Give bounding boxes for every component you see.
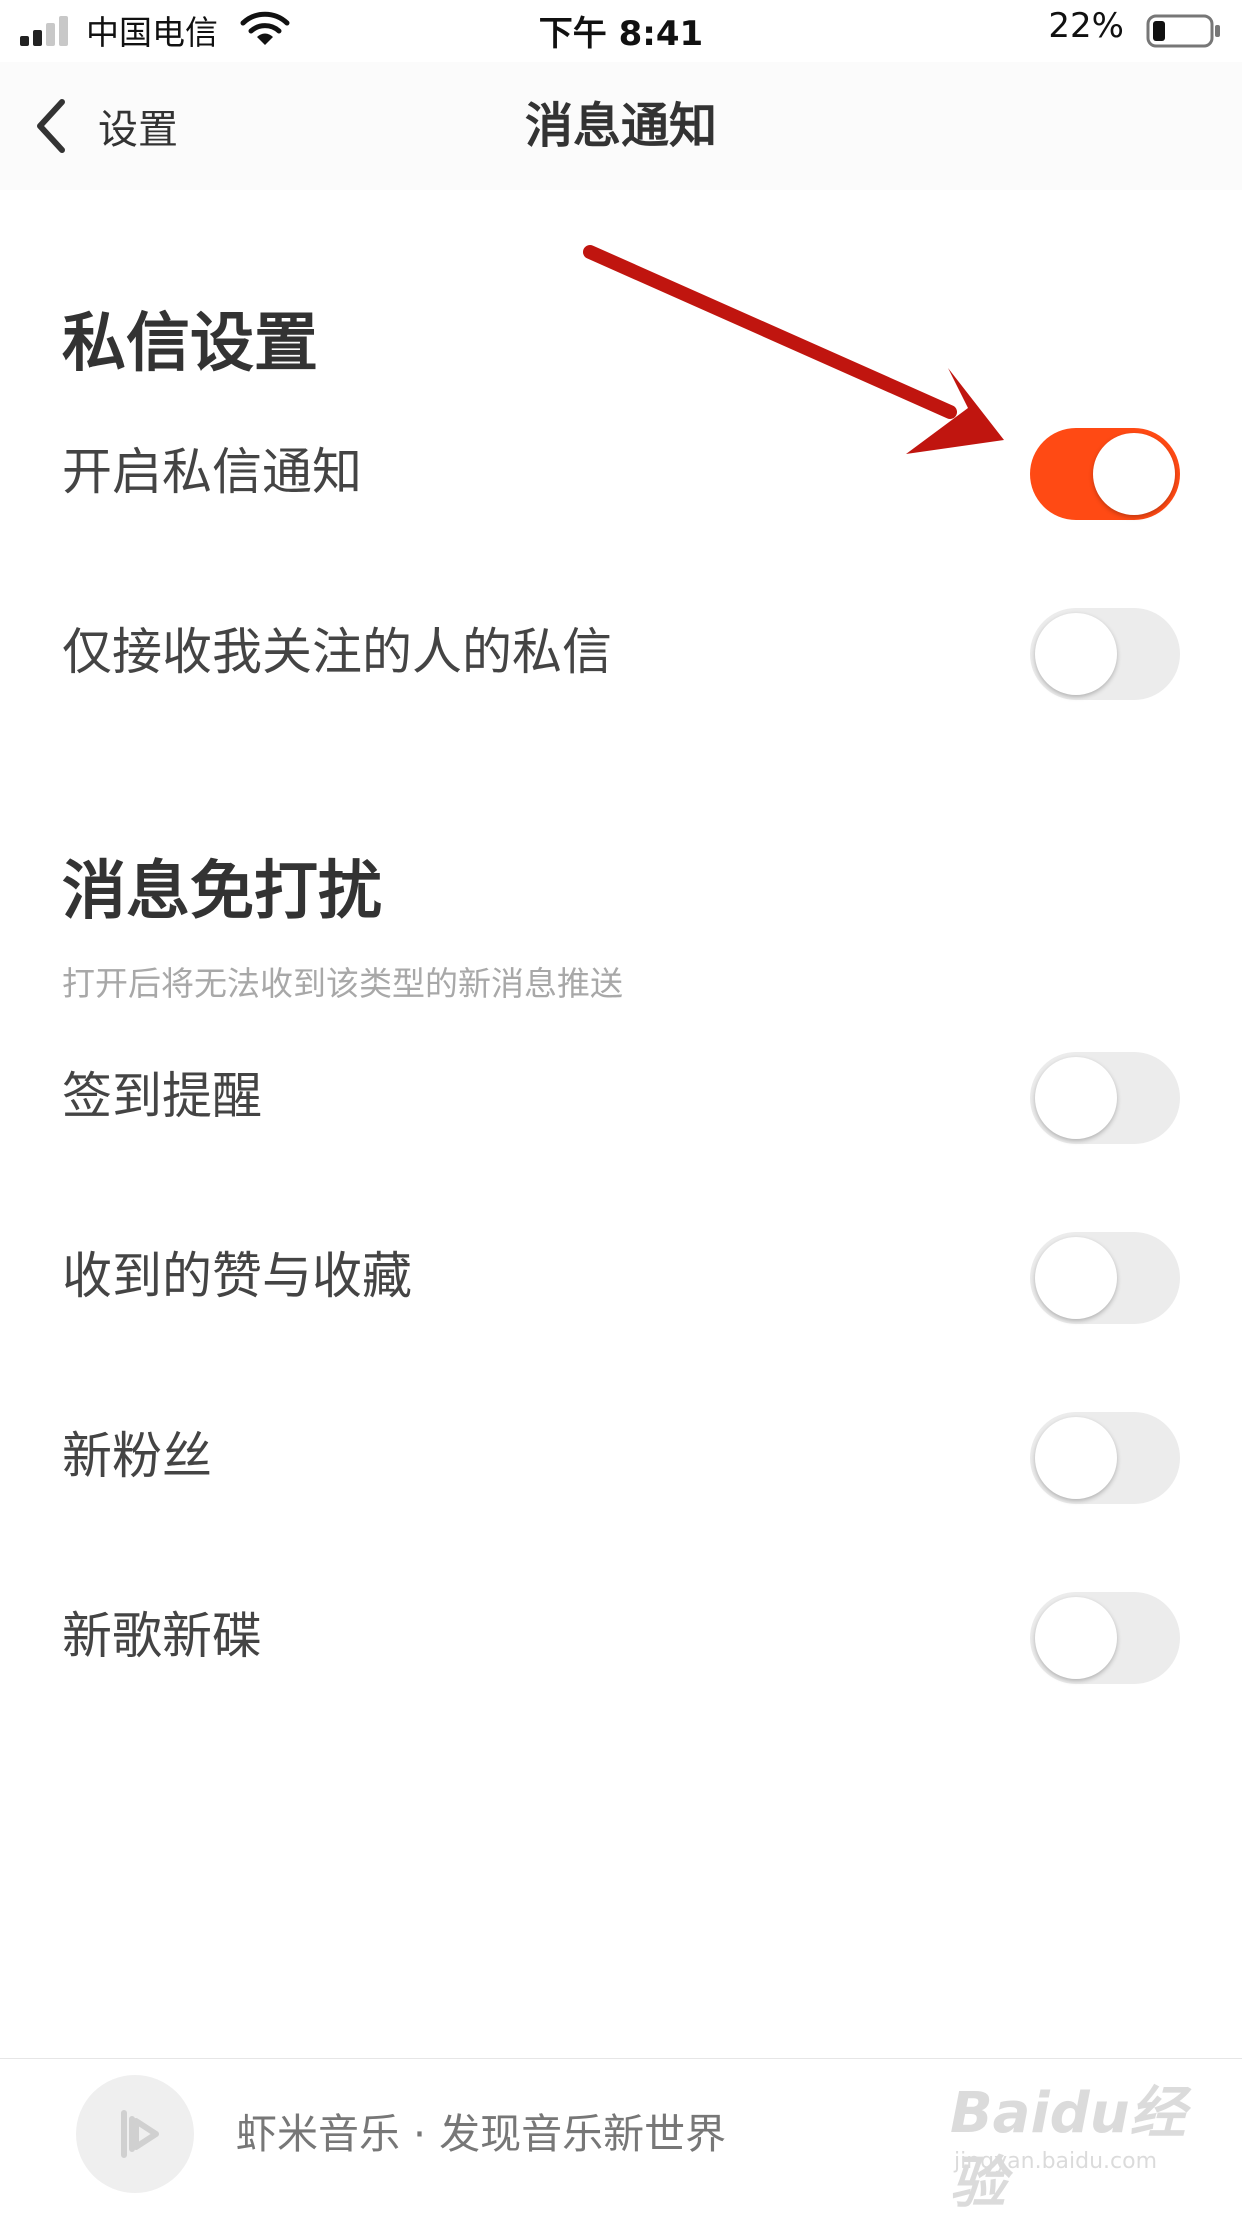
toggle-knob bbox=[1035, 613, 1117, 695]
setting-label: 新粉丝 bbox=[62, 1427, 212, 1485]
toggle-knob bbox=[1035, 1057, 1117, 1139]
mini-player-bar[interactable]: 虾米音乐 · 发现音乐新世界 Baidu经验 jingyan.baidu.com bbox=[0, 2058, 1242, 2216]
player-disc[interactable] bbox=[76, 2075, 194, 2193]
setting-label: 仅接收我关注的人的私信 bbox=[62, 623, 612, 681]
setting-row-new-followers: 新粉丝 bbox=[0, 1396, 1242, 1516]
battery-icon bbox=[1146, 14, 1220, 48]
section-title-do-not-disturb: 消息免打扰 bbox=[62, 855, 382, 929]
setting-label: 开启私信通知 bbox=[62, 443, 362, 501]
toggle-knob bbox=[1035, 1237, 1117, 1319]
toggle-knob bbox=[1035, 1597, 1117, 1679]
setting-label: 签到提醒 bbox=[62, 1067, 262, 1125]
private-message-notify-toggle[interactable] bbox=[1030, 428, 1180, 520]
new-followers-toggle[interactable] bbox=[1030, 1412, 1180, 1504]
new-releases-toggle[interactable] bbox=[1030, 1592, 1180, 1684]
toggle-knob bbox=[1035, 1417, 1117, 1499]
followed-only-toggle[interactable] bbox=[1030, 608, 1180, 700]
likes-favorites-toggle[interactable] bbox=[1030, 1232, 1180, 1324]
toggle-knob bbox=[1093, 433, 1175, 515]
checkin-reminder-toggle[interactable] bbox=[1030, 1052, 1180, 1144]
navigation-bar: 设置 消息通知 bbox=[0, 62, 1242, 190]
section-title-private-message: 私信设置 bbox=[62, 307, 318, 381]
baidu-watermark: Baidu经验 jingyan.baidu.com bbox=[950, 2069, 1190, 2216]
setting-label: 新歌新碟 bbox=[62, 1607, 262, 1665]
status-bar: 中国电信 下午 8:41 22% bbox=[0, 0, 1242, 62]
music-note-icon bbox=[121, 2110, 159, 2158]
setting-row-private-message-notify: 开启私信通知 bbox=[0, 412, 1242, 532]
battery-percent: 22% bbox=[1048, 6, 1124, 46]
setting-row-followed-only: 仅接收我关注的人的私信 bbox=[0, 592, 1242, 712]
player-slogan: 虾米音乐 · 发现音乐新世界 bbox=[236, 2110, 727, 2158]
setting-label: 收到的赞与收藏 bbox=[62, 1247, 412, 1305]
page-title: 消息通知 bbox=[524, 98, 717, 154]
setting-row-checkin-reminder: 签到提醒 bbox=[0, 1036, 1242, 1156]
section-subtitle-do-not-disturb: 打开后将无法收到该类型的新消息推送 bbox=[62, 964, 623, 1003]
watermark-url: jingyan.baidu.com bbox=[954, 2149, 1158, 2174]
setting-row-likes-favorites: 收到的赞与收藏 bbox=[0, 1216, 1242, 1336]
setting-row-new-releases: 新歌新碟 bbox=[0, 1576, 1242, 1696]
